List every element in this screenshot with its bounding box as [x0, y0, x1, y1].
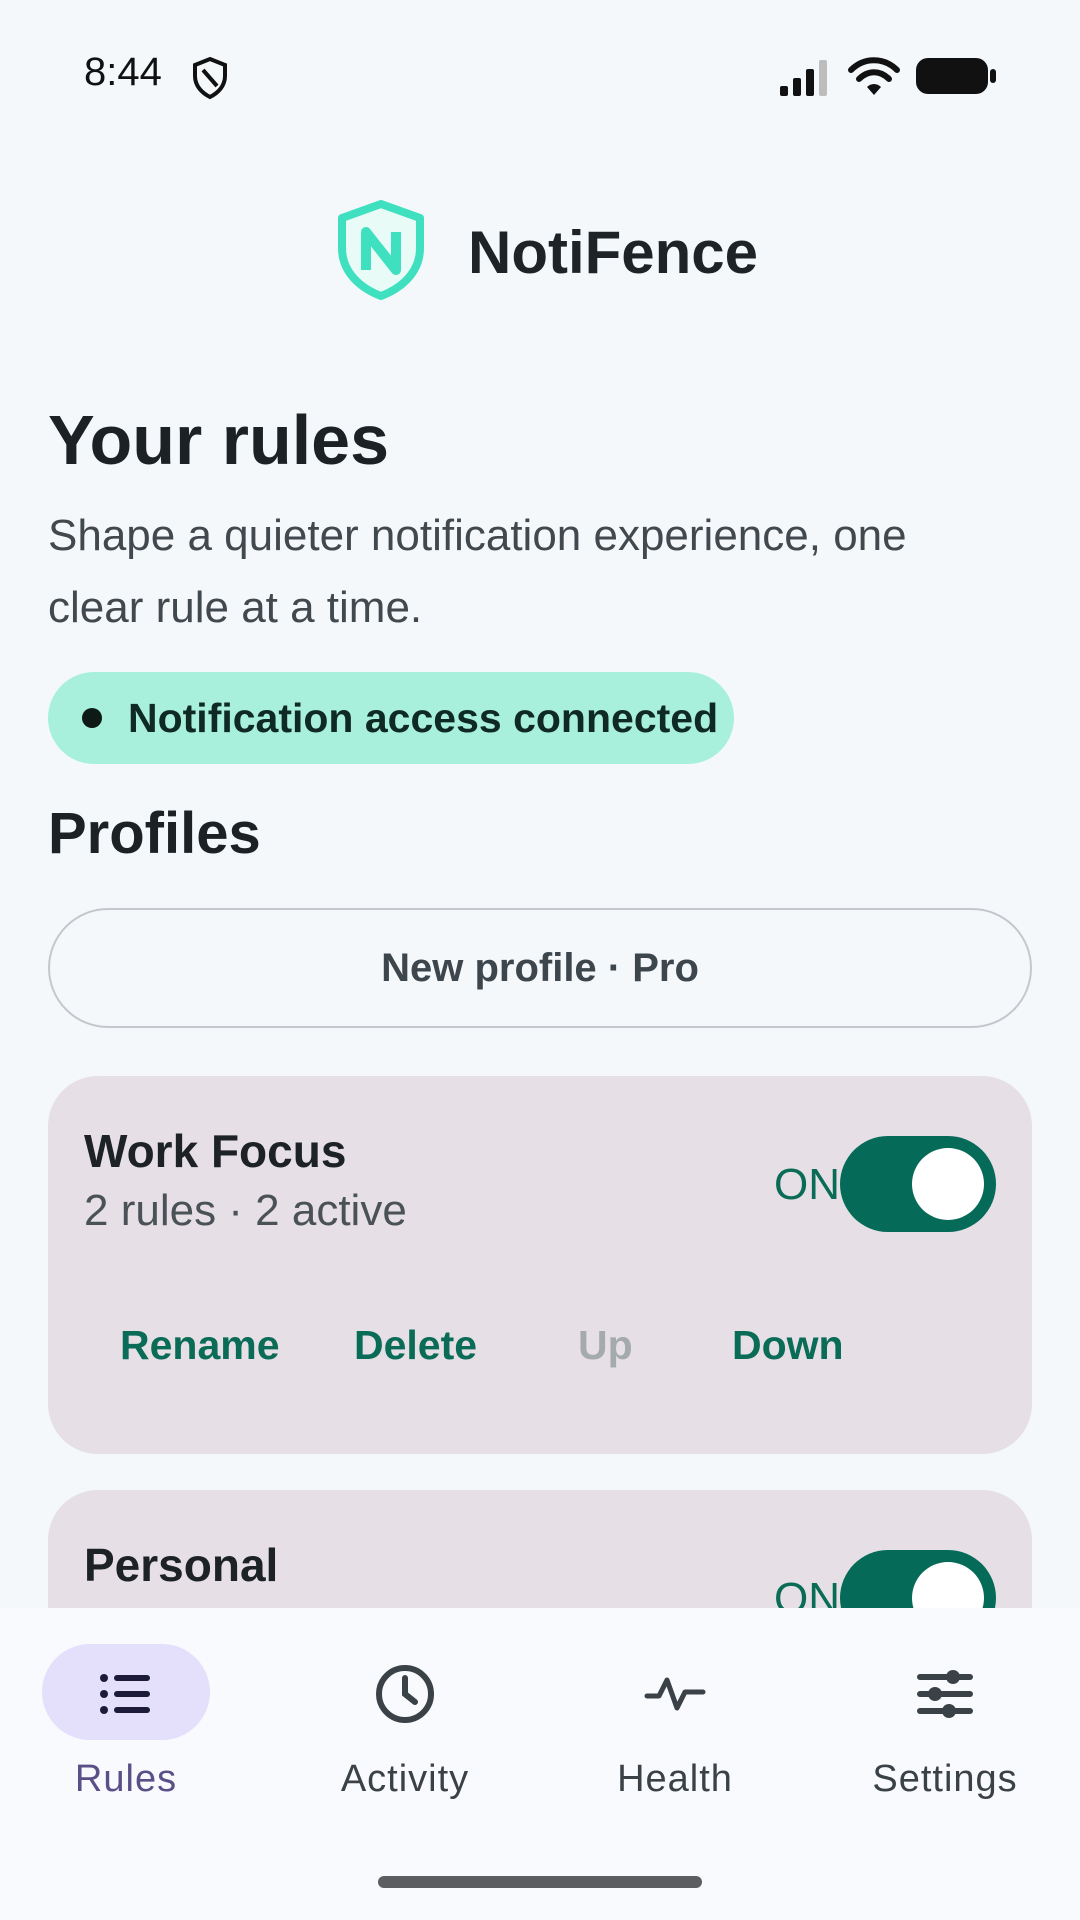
toggle-knob — [912, 1148, 984, 1220]
home-indicator[interactable] — [378, 1876, 702, 1888]
profile-card-work-focus: Work Focus 2 rules · 2 active ON Rename … — [48, 1076, 1032, 1454]
nav-label: Rules — [74, 1758, 178, 1800]
battery-icon — [916, 58, 996, 94]
nav-rules[interactable]: Rules — [0, 1608, 270, 1808]
profile-enabled-toggle[interactable] — [840, 1136, 996, 1232]
profiles-heading: Profiles — [48, 801, 261, 866]
page-subtitle: Shape a quieter notification experience,… — [48, 511, 907, 632]
profile-name: Personal — [84, 1539, 279, 1591]
move-up-button: Up — [578, 1322, 633, 1368]
nav-health[interactable]: Health — [540, 1608, 810, 1808]
notifence-logo-icon — [338, 200, 424, 300]
rename-button[interactable]: Rename — [120, 1322, 280, 1369]
page-title: Your rules — [48, 401, 390, 479]
nav-label: Activity — [340, 1758, 470, 1800]
clock-icon — [376, 1665, 434, 1723]
notification-access-label: Notification access connected — [128, 694, 719, 741]
sliders-icon — [917, 1670, 973, 1718]
bottom-navigation: Rules Activity Health Settings — [0, 1608, 1080, 1920]
delete-button[interactable]: Delete — [354, 1322, 477, 1369]
list-icon — [100, 1674, 150, 1714]
new-profile-button[interactable]: New profile · Pro — [48, 908, 1032, 1028]
status-dot — [82, 708, 102, 728]
nav-label: Health — [617, 1758, 733, 1800]
nav-activity[interactable]: Activity — [270, 1608, 540, 1808]
shield-status-icon — [193, 56, 227, 100]
wifi-icon — [848, 57, 900, 95]
nav-settings[interactable]: Settings — [810, 1608, 1080, 1808]
move-down-button[interactable]: Down — [732, 1322, 844, 1369]
app-name: NotiFence — [468, 219, 759, 286]
signal-icon — [780, 60, 827, 96]
nav-label: Settings — [872, 1758, 1018, 1800]
pulse-icon — [644, 1677, 706, 1711]
status-time: 8:44 — [84, 50, 162, 94]
toggle-state-label: ON — [774, 1160, 840, 1209]
profile-meta: 2 rules · 2 active — [84, 1186, 407, 1235]
profile-name: Work Focus — [84, 1125, 347, 1177]
notification-access-chip: Notification access connected — [48, 672, 734, 764]
